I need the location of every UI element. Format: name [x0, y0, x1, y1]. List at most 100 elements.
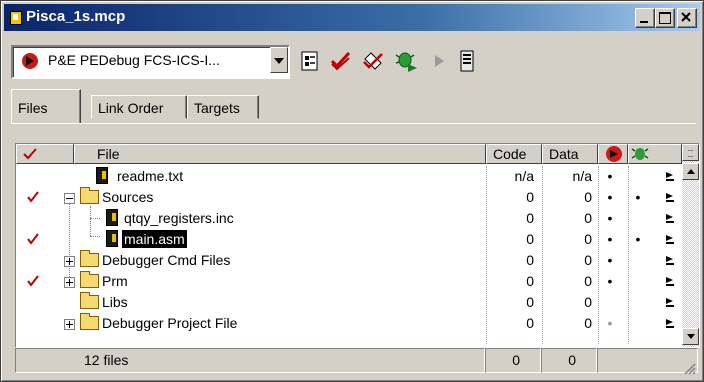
- debug-column-header[interactable]: [598, 144, 628, 164]
- status-bar: 12 files 0 0: [15, 348, 698, 375]
- tab-link-order[interactable]: Link Order: [91, 95, 187, 119]
- scroll-up-button[interactable]: [682, 163, 699, 180]
- code-size: 0: [526, 189, 534, 205]
- file-icon: [106, 209, 118, 226]
- code-size: n/a: [514, 168, 534, 184]
- folder-icon: [80, 313, 99, 330]
- data-size: 0: [584, 252, 592, 268]
- checkmark-icon[interactable]: [27, 275, 39, 287]
- touch-icon[interactable]: [664, 212, 675, 223]
- touch-icon[interactable]: [664, 233, 675, 244]
- table-row[interactable]: Prm 0 0 •: [16, 271, 680, 292]
- file-icon: [106, 230, 118, 247]
- code-size: 0: [526, 273, 534, 289]
- debug-icon[interactable]: [395, 49, 419, 73]
- bug-icon: [631, 148, 649, 160]
- touch-icon[interactable]: [664, 317, 675, 328]
- window-title: Pisca_1s.mcp: [26, 8, 126, 25]
- file-icon: [96, 167, 108, 184]
- project-toolbar: P&E PEDebug FCS-ICS-I...: [11, 43, 691, 79]
- data-size: 0: [584, 315, 592, 331]
- debug-dot: •: [607, 168, 613, 184]
- target-settings-icon[interactable]: [298, 49, 322, 73]
- check-column-header[interactable]: [16, 144, 74, 164]
- folder-icon: [80, 271, 99, 288]
- make-icon[interactable]: [329, 49, 353, 73]
- tab-targets[interactable]: Targets: [187, 95, 259, 119]
- table-row[interactable]: readme.txt n/a n/a •: [16, 166, 680, 187]
- touch-icon[interactable]: [664, 275, 675, 286]
- column-header: File Code Data: [16, 144, 699, 164]
- code-column-header[interactable]: Code: [486, 144, 542, 164]
- debug-dot: •: [607, 273, 613, 289]
- debug-dot: •: [607, 189, 613, 205]
- debug-dot: •: [607, 210, 613, 226]
- debug-dot: •: [607, 315, 613, 331]
- code-size: 0: [526, 315, 534, 331]
- data-size: 0: [584, 294, 592, 310]
- target-dropdown-value: P&E PEDebug FCS-ICS-I...: [48, 52, 220, 68]
- tab-label: Files: [18, 100, 48, 116]
- table-row[interactable]: Sources 0 0 • •: [16, 187, 680, 208]
- table-row[interactable]: Debugger Cmd Files 0 0 •: [16, 250, 680, 271]
- folder-icon: [80, 292, 99, 309]
- expand-toggle[interactable]: [64, 319, 75, 330]
- target-column-header[interactable]: [628, 144, 682, 164]
- project-window: Pisca_1s.mcp P&E PEDebug FCS-ICS-I... Fi…: [0, 0, 704, 382]
- project-file-icon: [10, 11, 22, 25]
- folder-name: Libs: [102, 294, 128, 310]
- file-list[interactable]: File Code Data readme.txt n/a n/a • Sour…: [15, 143, 700, 348]
- expand-toggle[interactable]: [64, 256, 75, 267]
- checkmark-icon[interactable]: [27, 191, 39, 203]
- debug-dot: •: [607, 231, 613, 247]
- touch-icon[interactable]: [664, 254, 675, 265]
- code-size: 0: [526, 231, 534, 247]
- folder-icon: [80, 250, 99, 267]
- target-dropdown[interactable]: P&E PEDebug FCS-ICS-I...: [11, 45, 290, 79]
- expand-toggle[interactable]: [64, 277, 75, 288]
- tab-divider: [11, 123, 696, 124]
- close-button[interactable]: [677, 8, 697, 28]
- table-row[interactable]: Libs 0 0: [16, 292, 680, 313]
- data-size: 0: [584, 273, 592, 289]
- file-column-header[interactable]: File: [74, 144, 486, 164]
- maximize-button[interactable]: [655, 8, 675, 28]
- file-count: 12 files: [15, 348, 485, 373]
- resize-grip-icon[interactable]: [682, 361, 696, 375]
- touch-icon[interactable]: [664, 296, 675, 307]
- file-name: readme.txt: [117, 168, 184, 184]
- scroll-down-button[interactable]: [682, 328, 699, 345]
- target-dot: •: [635, 231, 641, 247]
- folder-name: Debugger Cmd Files: [102, 252, 231, 268]
- table-row[interactable]: main.asm 0 0 • •: [16, 229, 680, 250]
- collapse-toggle[interactable]: [64, 193, 75, 204]
- project-inspector-icon[interactable]: [455, 49, 479, 73]
- dropdown-arrow-button[interactable]: [270, 47, 288, 73]
- vertical-scrollbar[interactable]: [682, 144, 699, 347]
- data-column-header[interactable]: Data: [542, 144, 598, 164]
- code-size: 0: [526, 252, 534, 268]
- synchronize-icon[interactable]: [361, 49, 385, 73]
- debug-dot: •: [607, 252, 613, 268]
- table-row[interactable]: qtqy_registers.inc 0 0 •: [16, 208, 680, 229]
- folder-name: Debugger Project File: [102, 315, 238, 331]
- debug-target-icon: [22, 53, 38, 69]
- code-size: 0: [526, 210, 534, 226]
- minimize-button[interactable]: [635, 8, 655, 28]
- tab-files[interactable]: Files: [11, 89, 81, 123]
- checkmark-icon[interactable]: [27, 233, 39, 245]
- data-size: 0: [584, 189, 592, 205]
- touch-icon[interactable]: [664, 170, 675, 181]
- table-row[interactable]: Debugger Project File 0 0 •: [16, 313, 680, 334]
- code-total: 0: [485, 348, 541, 373]
- run-icon[interactable]: [427, 49, 451, 73]
- data-total: 0: [541, 348, 597, 373]
- file-name: qtqy_registers.inc: [124, 210, 234, 226]
- data-size: n/a: [572, 168, 592, 184]
- title-bar[interactable]: Pisca_1s.mcp: [4, 4, 700, 31]
- touch-icon[interactable]: [664, 191, 675, 202]
- data-size: 0: [584, 231, 592, 247]
- tab-label: Link Order: [98, 100, 164, 116]
- sort-button[interactable]: [682, 144, 699, 161]
- debug-target-icon: [606, 146, 622, 162]
